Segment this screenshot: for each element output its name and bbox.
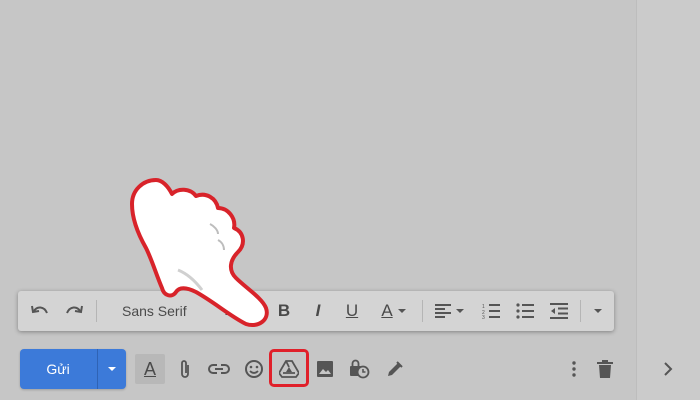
- trash-icon: [597, 360, 613, 378]
- toolbar-divider: [580, 300, 581, 322]
- insert-link-button[interactable]: [204, 354, 234, 384]
- confidential-mode-button[interactable]: [344, 354, 374, 384]
- send-button[interactable]: Gửi: [20, 349, 126, 389]
- confidential-mode-icon: [350, 359, 370, 379]
- italic-button[interactable]: I: [306, 291, 330, 331]
- underline-button[interactable]: U: [340, 291, 364, 331]
- caret-down-icon: [397, 309, 406, 313]
- more-formatting-button[interactable]: [588, 291, 608, 331]
- format-text-icon: A: [143, 358, 156, 379]
- link-icon: [208, 364, 230, 374]
- attach-button[interactable]: [170, 354, 200, 384]
- indent-less-button[interactable]: [546, 291, 572, 331]
- chevron-right-icon[interactable]: [658, 359, 678, 379]
- numbered-list-icon: 123: [482, 304, 500, 319]
- more-options-button[interactable]: [559, 354, 589, 384]
- toolbar-divider: [96, 300, 97, 322]
- more-options-icon: [572, 361, 576, 377]
- drive-highlight-box: [269, 349, 309, 387]
- signature-button[interactable]: [380, 354, 410, 384]
- text-color-button[interactable]: A: [374, 291, 414, 331]
- emoji-icon: [245, 360, 263, 378]
- align-button[interactable]: [432, 291, 468, 331]
- caret-down-icon: [108, 367, 116, 371]
- text-color-icon: A: [381, 301, 393, 320]
- bold-icon: B: [277, 301, 291, 320]
- attach-icon: [181, 360, 189, 378]
- insert-photo-button[interactable]: [310, 354, 340, 384]
- emoji-button[interactable]: [239, 354, 269, 384]
- pointing-hand-icon: [118, 178, 278, 328]
- bulleted-list-icon: [516, 303, 534, 319]
- italic-icon: I: [315, 301, 321, 320]
- format-text-button[interactable]: A: [135, 354, 165, 384]
- numbered-list-button[interactable]: 123: [478, 291, 504, 331]
- indent-less-icon: [550, 303, 568, 319]
- redo-icon[interactable]: [60, 291, 88, 331]
- caret-down-icon: [456, 309, 464, 313]
- bulleted-list-button[interactable]: [512, 291, 538, 331]
- caret-down-icon: [594, 309, 602, 313]
- formatting-toolbar: Sans Serif TT B I U A 123: [18, 291, 614, 331]
- schedule-send-dropdown[interactable]: [98, 349, 126, 389]
- undo-icon[interactable]: [26, 291, 54, 331]
- underline-icon: U: [345, 301, 359, 320]
- side-panel: [636, 0, 700, 400]
- send-label: Gửi: [46, 361, 70, 377]
- photo-icon: [317, 361, 333, 377]
- toolbar-divider: [422, 300, 423, 322]
- discard-draft-button[interactable]: [590, 354, 620, 384]
- align-left-icon: [435, 304, 451, 318]
- signature-icon: [388, 361, 403, 376]
- svg-text:3: 3: [482, 315, 485, 319]
